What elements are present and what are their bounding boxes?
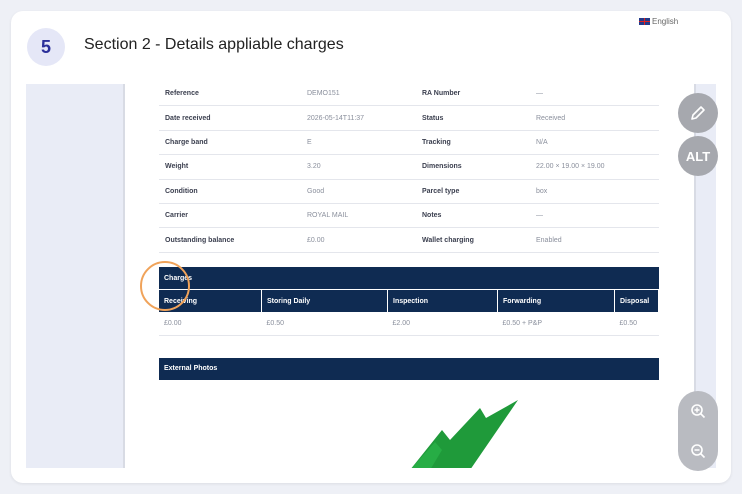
table-row: Condition Good Parcel type box [159, 179, 659, 204]
info-label: RA Number [416, 84, 530, 107]
step-number-badge: 5 [27, 28, 65, 66]
leaf-logo-image [411, 400, 518, 468]
uk-flag-icon [639, 18, 650, 25]
charges-title-row: Charges [159, 267, 659, 290]
external-photo [165, 380, 655, 468]
charge-value: £0.50 [261, 312, 388, 336]
zoom-out-button[interactable] [678, 431, 718, 471]
column-header: Inspection [387, 289, 498, 312]
table-row: Outstanding balance £0.00 Wallet chargin… [159, 227, 659, 253]
edit-button[interactable] [678, 93, 718, 133]
info-value: N/A [530, 130, 659, 156]
section-title: Section 2 - Details appliable charges [84, 36, 344, 53]
info-label: Wallet charging [416, 227, 530, 253]
zoom-in-button[interactable] [678, 391, 718, 431]
info-value: E [301, 130, 416, 156]
table-row: Reference DEMO151 RA Number — [159, 84, 659, 107]
column-header: Storing Daily [261, 289, 388, 312]
table-row: Weight 3.20 Dimensions 22.00 × 19.00 × 1… [159, 154, 659, 180]
table-row: Charge band E Tracking N/A [159, 130, 659, 156]
info-value: Enabled [530, 227, 659, 253]
info-value: — [530, 203, 659, 229]
table-row: Carrier ROYAL MAIL Notes — [159, 203, 659, 229]
info-value: £0.00 [301, 227, 416, 253]
charge-value: £0.50 [614, 312, 659, 336]
info-value: Received [530, 105, 659, 131]
parcel-info-table: Reference DEMO151 RA Number — Date recei… [159, 84, 659, 253]
info-value: ROYAL MAIL [301, 203, 416, 229]
language-label: English [652, 17, 679, 26]
info-label: Dimensions [416, 154, 530, 180]
zoom-out-icon [691, 444, 706, 459]
charge-value: £2.00 [387, 312, 498, 336]
info-label: Status [416, 105, 530, 131]
info-value: DEMO151 [301, 84, 416, 107]
info-label: Reference [159, 84, 301, 107]
alt-text-button[interactable]: ALT [678, 136, 718, 176]
info-label: Carrier [159, 203, 301, 229]
viewer-left-gutter [26, 84, 123, 468]
language-selector[interactable]: English [639, 17, 678, 26]
info-label: Notes [416, 203, 530, 229]
info-value: box [530, 179, 659, 204]
charge-value: £0.00 [159, 312, 262, 336]
info-value: — [530, 84, 659, 107]
click-indicator-ring [140, 261, 190, 311]
info-label: Tracking [416, 130, 530, 156]
info-value: 3.20 [301, 154, 416, 180]
external-photos-header: External Photos [159, 358, 659, 380]
alt-label: ALT [685, 148, 711, 164]
table-row: Date received 2026-05-14T11:37 Status Re… [159, 105, 659, 131]
document-page: Reference DEMO151 RA Number — Date recei… [123, 84, 696, 468]
charges-header-row: Receiving Storing Daily Inspection Forwa… [159, 289, 659, 312]
info-value: Good [301, 179, 416, 204]
column-header: Disposal [614, 289, 659, 312]
charges-table: Charges Receiving Storing Daily Inspecti… [159, 267, 659, 336]
step-card: 5 Section 2 - Details appliable charges … [11, 11, 731, 483]
info-value: 22.00 × 19.00 × 19.00 [530, 154, 659, 180]
info-label: Outstanding balance [159, 227, 301, 253]
charge-value: £0.50 + P&P [497, 312, 615, 336]
column-header: Forwarding [497, 289, 615, 312]
info-value: 2026-05-14T11:37 [301, 105, 416, 131]
info-label: Condition [159, 179, 301, 204]
info-label: Parcel type [416, 179, 530, 204]
charges-title: Charges [159, 267, 659, 290]
pencil-icon [691, 106, 705, 120]
info-label: Charge band [159, 130, 301, 156]
charges-value-row: £0.00 £0.50 £2.00 £0.50 + P&P £0.50 [159, 312, 659, 336]
info-label: Weight [159, 154, 301, 180]
info-label: Date received [159, 105, 301, 131]
zoom-in-icon [691, 404, 706, 419]
zoom-controls [678, 391, 718, 471]
document-viewer[interactable]: Reference DEMO151 RA Number — Date recei… [26, 84, 716, 468]
